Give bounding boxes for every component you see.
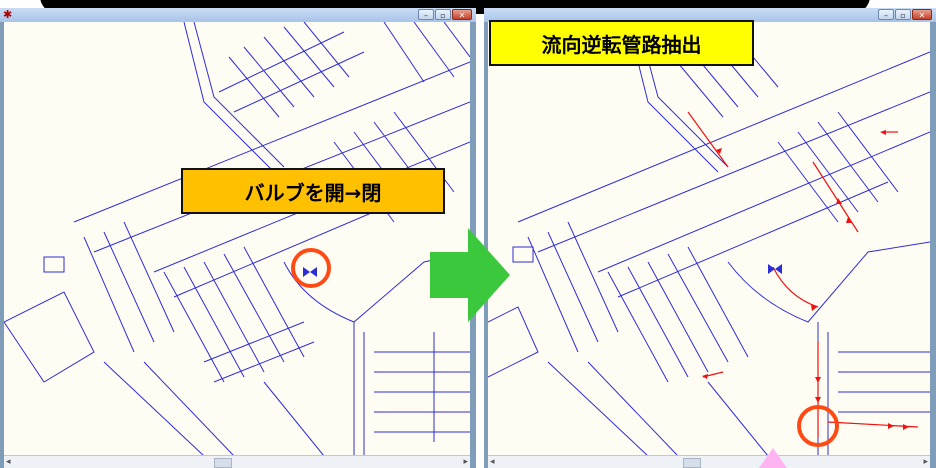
pipe: [183, 22, 275, 173]
minimize-button[interactable]: –: [418, 9, 434, 20]
scroll-left-icon[interactable]: ◂: [6, 456, 11, 468]
pipe: [218, 31, 365, 113]
flow-arrow-icon: [702, 374, 708, 379]
pipe: [727, 241, 930, 323]
scroll-left-icon[interactable]: ◂: [490, 456, 495, 468]
transition-arrow-icon: [430, 228, 510, 322]
pipe: [527, 221, 619, 353]
flow-arrow-icon: [903, 424, 909, 430]
window-titlebar: ✱ – ▫ ✕: [0, 8, 476, 22]
horizontal-scrollbar[interactable]: ◂ ▸: [4, 455, 470, 468]
pipe: [203, 321, 315, 383]
app-icon[interactable]: ✱: [3, 8, 12, 22]
pipe-network-map-after[interactable]: [488, 22, 930, 456]
pipe: [193, 22, 285, 168]
restore-button[interactable]: ▫: [895, 9, 911, 20]
scroll-right-icon[interactable]: ▸: [463, 456, 468, 468]
pipe: [838, 351, 930, 413]
valve-icon[interactable]: [768, 264, 782, 274]
map-window-before: ✱ – ▫ ✕ ◂ ▸: [0, 8, 476, 468]
pipe-network-map-before[interactable]: [4, 22, 470, 456]
main-pipe: [517, 51, 930, 223]
main-pipe: [617, 181, 889, 298]
valve-annotation-label: バルブを開→閉: [181, 168, 445, 214]
pipe: [374, 351, 470, 433]
horizontal-scrollbar[interactable]: ◂ ▸: [488, 455, 930, 468]
main-pipe: [597, 131, 930, 273]
map-window-after: – ▫ ✕ ◂ ▸: [484, 8, 936, 468]
scroll-thumb[interactable]: [214, 458, 232, 468]
pipe: [607, 246, 749, 383]
flow-arrow-icon: [815, 397, 821, 403]
restore-button[interactable]: ▫: [435, 9, 451, 20]
pink-marker-icon: [759, 448, 787, 468]
valve-icon[interactable]: [303, 267, 317, 277]
pipe: [817, 322, 829, 456]
pipe: [777, 111, 899, 223]
pipe: [103, 361, 325, 456]
scroll-thumb[interactable]: [683, 458, 701, 468]
reversed-pipe: [687, 111, 729, 168]
reversed-pipe: [772, 266, 819, 308]
flow-arrow-icon: [815, 377, 821, 383]
pipe: [547, 361, 769, 456]
flow-arrow-icon: [880, 130, 886, 135]
minimize-button[interactable]: –: [878, 9, 894, 20]
flow-arrow-icon: [888, 423, 894, 429]
pipe: [163, 246, 305, 383]
pipe: [383, 22, 470, 83]
main-pipe: [537, 91, 930, 253]
pipe: [4, 291, 95, 383]
pipe: [83, 221, 175, 353]
scroll-right-icon[interactable]: ▸: [923, 456, 928, 468]
extract-annotation-label: 流向逆転管路抽出: [489, 20, 754, 66]
close-button[interactable]: ✕: [452, 9, 472, 20]
highlight-circle: [291, 248, 331, 288]
facility: [512, 246, 534, 263]
pipe: [228, 22, 350, 118]
facility: [43, 256, 65, 273]
close-button[interactable]: ✕: [912, 9, 932, 20]
